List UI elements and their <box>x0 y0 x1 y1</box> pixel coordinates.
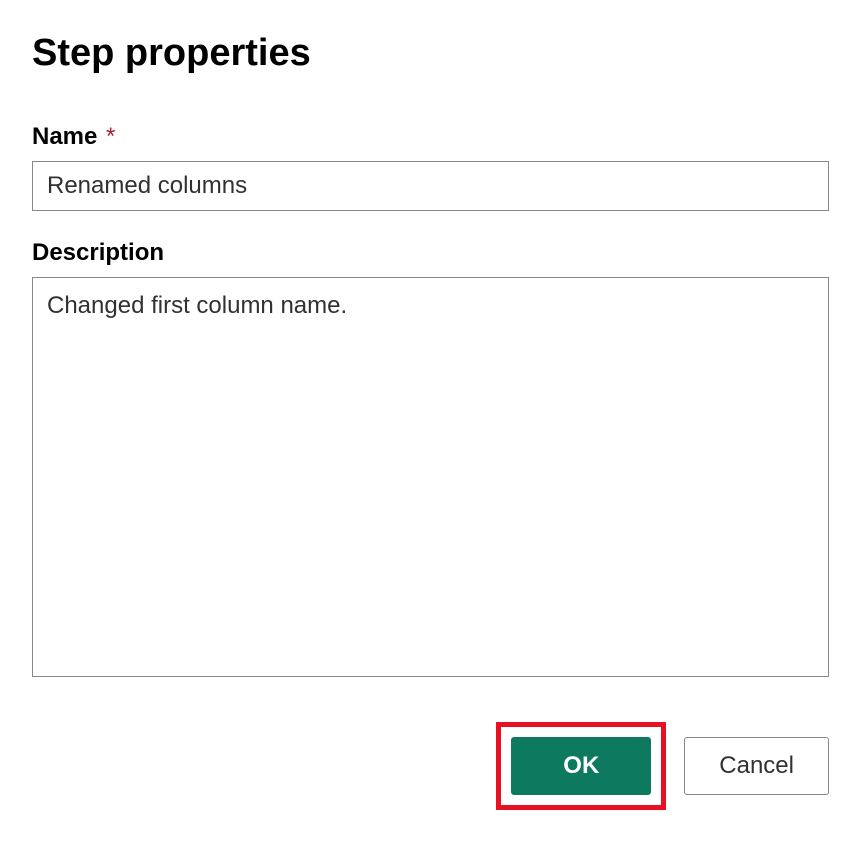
name-field-group: Name * <box>32 123 829 211</box>
description-field-group: Description <box>32 239 829 682</box>
cancel-button[interactable]: Cancel <box>684 737 829 795</box>
name-label: Name * <box>32 123 829 151</box>
description-input[interactable] <box>32 277 829 677</box>
description-label: Description <box>32 239 829 267</box>
dialog-title: Step properties <box>32 32 829 75</box>
ok-button-highlight: OK <box>496 722 666 810</box>
step-properties-dialog: Step properties Name * Description OK Ca… <box>32 32 829 810</box>
ok-button[interactable]: OK <box>511 737 651 795</box>
name-input[interactable] <box>32 161 829 211</box>
name-label-text: Name <box>32 123 97 150</box>
required-indicator: * <box>106 123 115 150</box>
dialog-button-row: OK Cancel <box>32 722 829 810</box>
